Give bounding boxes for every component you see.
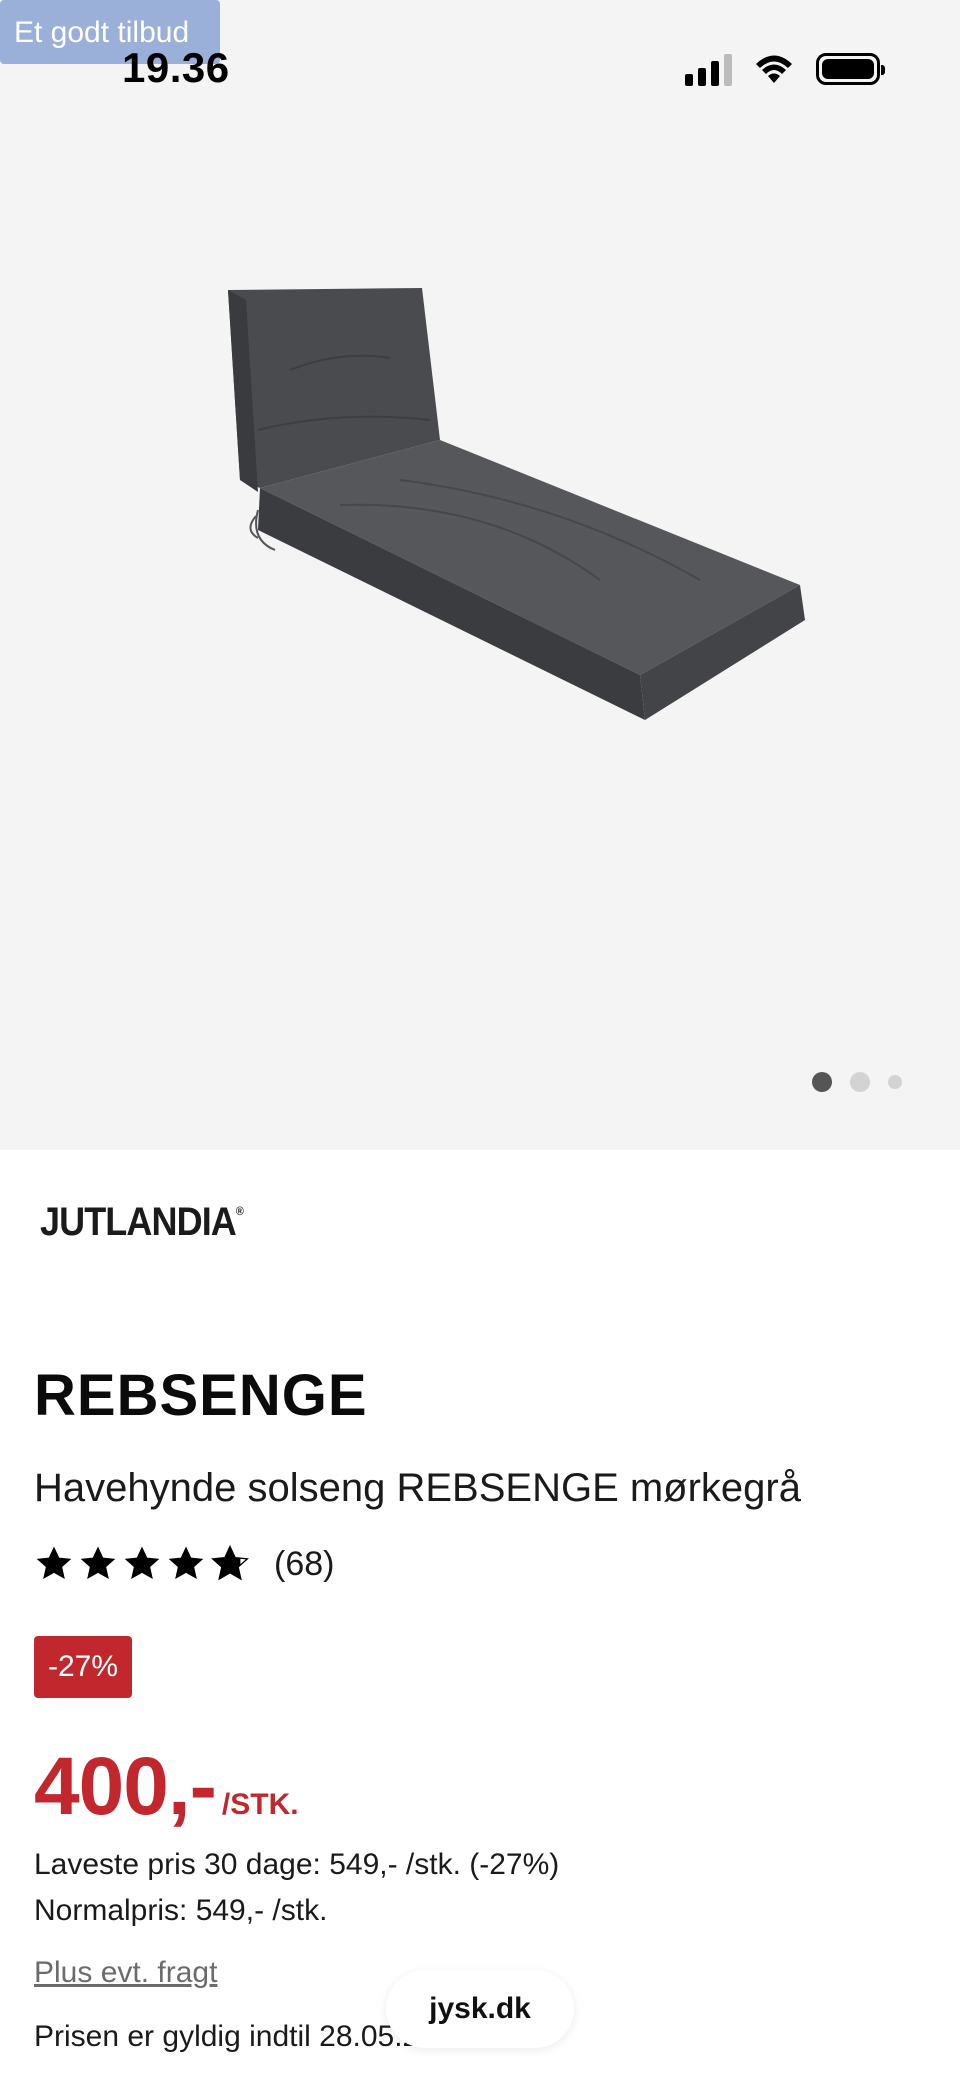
product-image xyxy=(228,288,805,720)
brand-logo[interactable]: JUTLANDIA® xyxy=(40,1200,244,1245)
price-row: 400,- /STK. xyxy=(34,1740,299,1834)
half-star-icon xyxy=(211,1544,249,1581)
product-title: REBSENGE xyxy=(34,1363,368,1428)
price: 400,- xyxy=(34,1741,217,1832)
product-rating[interactable]: (68) xyxy=(34,1544,334,1584)
review-count[interactable]: (68) xyxy=(274,1545,334,1584)
battery-icon xyxy=(816,53,885,85)
product-image-carousel[interactable] xyxy=(0,0,960,1150)
status-icons xyxy=(685,52,885,86)
star-icon xyxy=(80,1546,116,1579)
signal-icon xyxy=(685,52,732,86)
wifi-icon xyxy=(756,55,792,83)
discount-badge: -27% xyxy=(34,1636,132,1698)
product-subtitle: Havehynde solseng REBSENGE mørkegrå xyxy=(34,1466,801,1510)
star-icon xyxy=(124,1546,160,1579)
carousel-dot[interactable] xyxy=(888,1075,902,1089)
shipping-link[interactable]: Plus evt. fragt xyxy=(34,1956,217,1990)
status-time: 19.36 xyxy=(122,44,230,91)
carousel-dot[interactable] xyxy=(812,1072,832,1092)
carousel-indicators[interactable] xyxy=(812,1072,902,1092)
normal-price: Normalpris: 549,- /stk. xyxy=(34,1894,328,1927)
brand-name: JUTLANDIA xyxy=(40,1200,237,1244)
star-icon xyxy=(168,1546,204,1579)
lowest-price: Laveste pris 30 dage: 549,- /stk. (-27%) xyxy=(34,1848,560,1881)
star-icon xyxy=(36,1546,72,1579)
carousel-dot[interactable] xyxy=(850,1072,870,1092)
brand-mark: ® xyxy=(235,1204,244,1218)
rating-stars xyxy=(34,1544,250,1584)
browser-url-pill[interactable]: jysk.dk xyxy=(386,1970,574,2048)
price-unit: /STK. xyxy=(221,1788,299,1821)
